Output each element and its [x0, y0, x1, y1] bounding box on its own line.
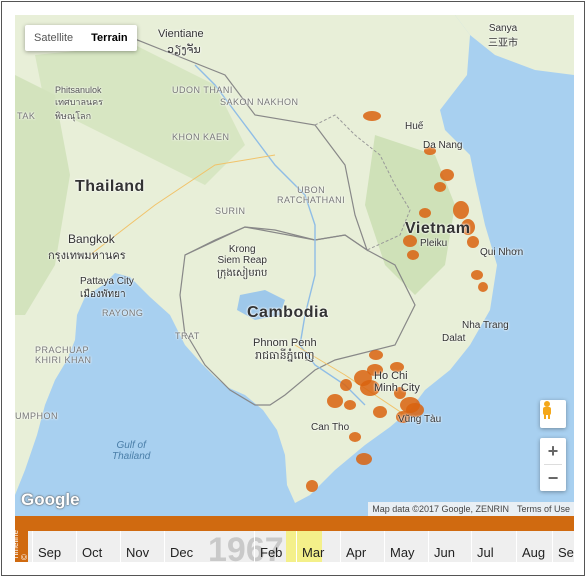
map-canvas[interactable]: Satellite Terrain Vientiane ວຽງຈັນ UDON …	[15, 15, 574, 516]
timeline-month-feb[interactable]: Feb	[260, 545, 282, 560]
label-vietnam: Vietnam	[405, 220, 471, 237]
event-marker[interactable]	[478, 282, 488, 292]
label-khon: KHON KAEN	[172, 132, 230, 142]
label-udon: UDON THANI	[172, 85, 233, 95]
label-chumphon: UMPHON	[15, 411, 58, 421]
label-qui-nhon: Qui Nhơn	[480, 247, 524, 258]
label-prachuap: PRACHUAP KHIRI KHAN	[35, 345, 92, 365]
label-thailand: Thailand	[75, 178, 145, 195]
label-rayong: RAYONG	[102, 308, 144, 318]
timeline-tick	[552, 531, 553, 562]
event-marker[interactable]	[453, 201, 469, 219]
timeline-month-apr[interactable]: Apr	[346, 545, 366, 560]
timeline-month-sep[interactable]: Sep	[38, 545, 61, 560]
timeline-tick	[76, 531, 77, 562]
google-logo: Google	[21, 490, 80, 509]
label-da-nang: Da Nang	[423, 140, 463, 151]
timeline-tick	[340, 531, 341, 562]
timeline[interactable]: Timeline © 1967 Sep Oct Nov Dec Feb Mar Apr May…	[11, 516, 574, 569]
timeline-tick	[384, 531, 385, 562]
label-nha-trang: Nha Trang	[462, 320, 509, 331]
label-hue: Huế	[405, 121, 424, 132]
event-marker[interactable]	[369, 350, 383, 360]
label-phnom-penh: Phnom Penh រាជធានីភ្នំពេញ	[253, 337, 317, 362]
map-data-credit: Map data ©2017 Google, ZENRIN	[372, 504, 509, 514]
timeline-tick	[120, 531, 121, 562]
event-marker[interactable]	[373, 406, 387, 418]
label-can-tho: Can Tho	[311, 422, 350, 433]
label-sanya: Sanya 三亚市	[488, 23, 518, 49]
event-marker[interactable]	[340, 379, 352, 391]
satellite-button[interactable]: Satellite	[25, 25, 82, 51]
label-bangkok-local: กรุงเทพมหานคร	[48, 250, 126, 262]
label-gulf: Gulf of Thailand	[112, 440, 151, 462]
timeline-tick	[428, 531, 429, 562]
timeline-month-jul[interactable]: Jul	[477, 545, 494, 560]
event-marker[interactable]	[363, 111, 381, 121]
zoom-in-button[interactable]: +	[540, 438, 566, 464]
label-dalat: Dalat	[442, 333, 466, 344]
timeline-month-se[interactable]: Se	[558, 545, 574, 560]
timeline-bar[interactable]	[15, 516, 574, 531]
event-marker[interactable]	[327, 394, 343, 408]
event-marker[interactable]	[356, 453, 372, 465]
timeline-handle[interactable]: Timeline ©	[11, 516, 29, 562]
zoom-control: + −	[540, 438, 566, 491]
zoom-out-button[interactable]: −	[540, 465, 566, 491]
timeline-month-aug[interactable]: Aug	[522, 545, 545, 560]
event-marker[interactable]	[440, 169, 454, 181]
event-marker[interactable]	[434, 182, 446, 192]
timeline-tick	[32, 531, 33, 562]
label-hcm: Ho Chi Minh City	[374, 370, 420, 394]
timeline-axis[interactable]: 1967 Sep Oct Nov Dec Feb Mar Apr May Jun Jul Aug Se	[28, 531, 574, 569]
label-surin: SURIN	[215, 206, 246, 216]
label-sakon: SAKON NAKHON	[220, 97, 299, 107]
label-trat: TRAT	[175, 331, 200, 341]
timeline-tick	[254, 531, 255, 562]
label-pattaya: Pattaya City เมืองพัทยา	[80, 276, 134, 300]
label-cambodia: Cambodia	[247, 304, 329, 321]
event-marker[interactable]	[471, 270, 483, 280]
event-marker[interactable]	[407, 250, 419, 260]
label-tak: TAK	[17, 111, 36, 121]
timeline-month-dec[interactable]: Dec	[170, 545, 193, 560]
label-vung-tau: Vũng Tàu	[398, 414, 442, 425]
timeline-tick	[164, 531, 165, 562]
label-bangkok: Bangkok	[68, 232, 115, 246]
terms-link[interactable]: Terms of Use	[517, 504, 570, 514]
event-marker[interactable]	[306, 480, 318, 492]
timeline-handle-label: Timeline ©	[10, 530, 29, 560]
label-ubon: UBON RATCHATHANI	[277, 185, 346, 205]
pegman-icon[interactable]	[540, 400, 566, 428]
timeline-month-nov[interactable]: Nov	[126, 545, 149, 560]
timeline-month-jun[interactable]: Jun	[434, 545, 455, 560]
terrain-button[interactable]: Terrain	[82, 25, 136, 51]
label-vientiane: Vientiane	[158, 28, 204, 40]
label-pleiku: Pleiku	[420, 238, 448, 249]
label-phitsanulok: Phitsanulok เทศบาลนคร พิษณุโลก	[55, 85, 104, 121]
timeline-tick	[471, 531, 472, 562]
timeline-tick	[516, 531, 517, 562]
label-vientiane-local: ວຽງຈັນ	[167, 44, 201, 56]
timeline-month-mar[interactable]: Mar	[302, 545, 324, 560]
event-marker[interactable]	[419, 208, 431, 218]
label-siem-reap: Krong Siem Reap ក្រុងសៀមរាប	[217, 244, 268, 279]
event-marker[interactable]	[349, 432, 361, 442]
event-marker[interactable]	[344, 400, 356, 410]
timeline-tick	[296, 531, 297, 562]
map-type-control: Satellite Terrain	[25, 25, 137, 51]
timeline-month-oct[interactable]: Oct	[82, 545, 102, 560]
timeline-month-may[interactable]: May	[390, 545, 415, 560]
attribution: Map data ©2017 Google, ZENRIN Terms of U…	[368, 502, 574, 516]
